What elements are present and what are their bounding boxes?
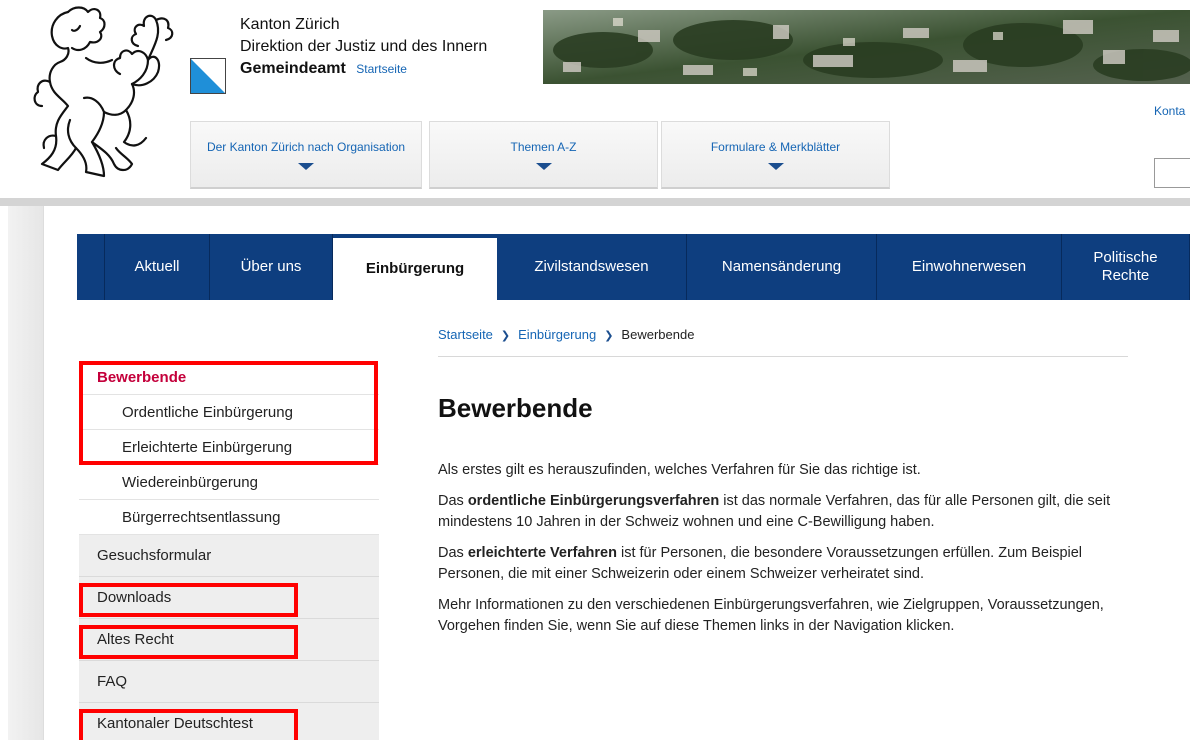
city-banner-image — [543, 10, 1190, 84]
sidebar-item-wiedereinbuergerung[interactable]: Wiedereinbürgerung — [79, 465, 379, 500]
directorate-name: Direktion der Justiz und des Innern — [240, 38, 488, 55]
chevron-right-icon: ❯ — [500, 330, 511, 342]
site-header: Kanton Zürich Direktion der Justiz und d… — [0, 0, 1190, 200]
content-paragraph: Das ordentliche Einbürgerungsverfahren i… — [438, 493, 1111, 530]
page-title: Bewerbende — [438, 393, 593, 423]
nav-tab-politische-rechte[interactable]: Politische Rechte — [1062, 234, 1190, 300]
chevron-down-icon — [535, 162, 552, 170]
sidebar-item-gesuchsformular[interactable]: Gesuchsformular — [79, 535, 379, 577]
nav-tab-einbuergerung[interactable]: Einbürgerung — [333, 238, 497, 300]
sidebar-item-ordentliche-einbuergerung[interactable]: Ordentliche Einbürgerung — [79, 395, 379, 430]
canton-name: Kanton Zürich — [240, 16, 340, 33]
breadcrumb-current: Bewerbende — [621, 327, 695, 342]
sidebar-navigation: Bewerbende Ordentliche Einbürgerung Erle… — [79, 360, 379, 740]
mega-menu-label: Formulare & Merkblätter — [710, 139, 841, 154]
sidebar-item-erleichterte-einbuergerung[interactable]: Erleichterte Einbürgerung — [79, 430, 379, 465]
mega-menu-themen[interactable]: Themen A-Z — [429, 121, 658, 189]
chevron-right-icon: ❯ — [604, 330, 614, 342]
contact-link[interactable]: Konta — [1154, 104, 1185, 118]
mega-menu-formulare[interactable]: Formulare & Merkblätter — [661, 121, 890, 189]
breadcrumb: Startseite ❯ Einbürgerung ❯ Bewerbende — [438, 327, 1128, 357]
sidebar-item-faq[interactable]: FAQ — [79, 661, 379, 703]
zurich-lion-logo[interactable] — [28, 2, 178, 182]
office-name[interactable]: Gemeindeamt — [240, 60, 346, 77]
header-divider — [0, 198, 1190, 206]
sidebar-item-buergerrechtsentlassung[interactable]: Bürgerrechtsentlassung — [79, 500, 379, 535]
main-content: Als erstes gilt es herauszufinden, welch… — [438, 460, 1138, 647]
breadcrumb-einbuergerung[interactable]: Einbürgerung — [518, 327, 596, 342]
organization-name: Kanton Zürich Direktion der Justiz und d… — [240, 14, 487, 80]
nav-tab-namensaenderung[interactable]: Namensänderung — [687, 234, 877, 300]
search-input[interactable] — [1154, 158, 1190, 188]
mega-menu-label: Themen A-Z — [510, 139, 577, 154]
content-paragraph: Das erleichterte Verfahren ist für Perso… — [438, 545, 1083, 582]
zurich-flag-icon — [190, 58, 226, 94]
content-paragraph: Als erstes gilt es herauszufinden, welch… — [438, 462, 921, 478]
page-margin — [8, 206, 44, 740]
nav-tab-aktuell[interactable]: Aktuell — [105, 234, 210, 300]
sidebar-item-kantonaler-deutschtest[interactable]: Kantonaler Deutschtest — [79, 703, 379, 740]
main-navigation: Aktuell Über uns Einbürgerung Zivilstand… — [77, 234, 1190, 300]
startseite-link[interactable]: Startseite — [356, 62, 407, 76]
sidebar-item-downloads[interactable]: Downloads — [79, 577, 379, 619]
sidebar-item-altes-recht[interactable]: Altes Recht — [79, 619, 379, 661]
sidebar-item-bewerbende[interactable]: Bewerbende — [79, 360, 379, 395]
nav-tab-einwohnerwesen[interactable]: Einwohnerwesen — [877, 234, 1062, 300]
chevron-down-icon — [767, 162, 784, 170]
nav-spacer — [77, 234, 105, 300]
content-paragraph: Mehr Informationen zu den verschiedenen … — [438, 597, 1104, 634]
nav-tab-zivilstandswesen[interactable]: Zivilstandswesen — [497, 234, 687, 300]
mega-menu-organisation[interactable]: Der Kanton Zürich nach Organisation — [190, 121, 422, 189]
chevron-down-icon — [298, 162, 314, 170]
breadcrumb-startseite[interactable]: Startseite — [438, 327, 493, 342]
nav-tab-ueber-uns[interactable]: Über uns — [210, 234, 333, 300]
mega-menu-label: Der Kanton Zürich nach Organisation — [206, 139, 406, 154]
